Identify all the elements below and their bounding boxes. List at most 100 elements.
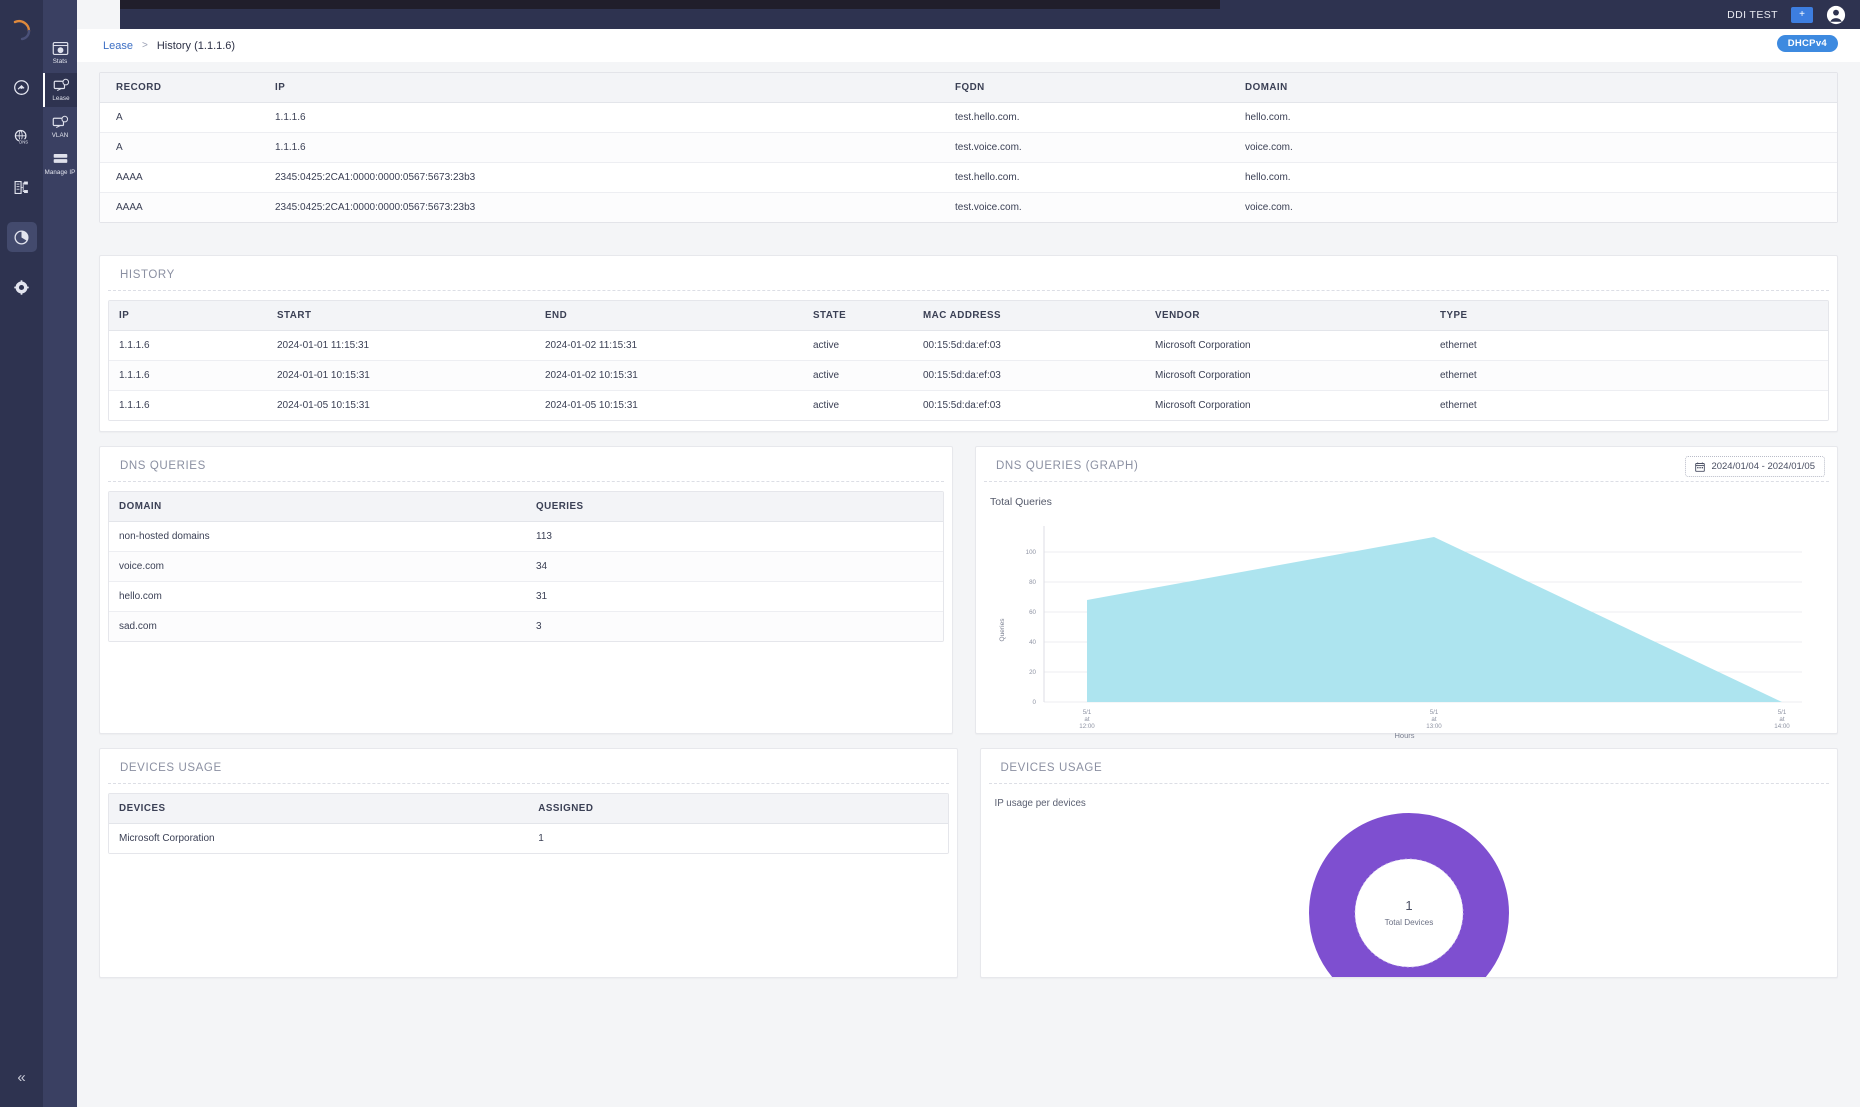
sidebar-item-manage-ip[interactable]: Manage IP — [43, 147, 77, 181]
page-title: History (1.1.1.6) — [157, 40, 235, 52]
column-header-assigned[interactable]: ASSIGNED — [528, 794, 947, 824]
cell-record: A — [100, 103, 265, 133]
column-header-record[interactable]: RECORD — [100, 73, 265, 103]
column-header-state[interactable]: STATE — [803, 301, 913, 331]
table-row[interactable]: sad.com 3 — [109, 612, 943, 642]
cell-domain: voice.com. — [1235, 193, 1837, 223]
column-header-vendor[interactable]: VENDOR — [1145, 301, 1430, 331]
breadcrumb-separator: > — [142, 40, 148, 51]
column-header-domain[interactable]: DOMAIN — [1235, 73, 1837, 103]
cell-record: A — [100, 133, 265, 163]
cell-domain: non-hosted domains — [109, 522, 526, 552]
history-title: HISTORY — [108, 256, 1829, 291]
collapse-sidebar-button[interactable]: « — [0, 1070, 43, 1085]
topbar-dark-strip — [120, 0, 1220, 9]
sidebar-item-vlan[interactable]: VLAN — [43, 110, 77, 144]
table-header-row: IP START END STATE MAC ADDRESS VENDOR TY… — [109, 301, 1828, 331]
content-area: RECORD IP FQDN DOMAIN A 1.1.1.6 test.hel… — [77, 62, 1860, 978]
svg-text:at: at — [1084, 716, 1089, 723]
donut-chart: 1 Total Devices — [981, 813, 1838, 978]
cell-queries: 3 — [526, 612, 943, 642]
table-header-row: RECORD IP FQDN DOMAIN — [100, 73, 1837, 103]
svg-text:5/1: 5/1 — [1430, 709, 1439, 716]
cell-end: 2024-01-02 10:15:31 — [535, 361, 803, 391]
dns-queries-card: DNS QUERIES DOMAIN QUERIES — [99, 446, 953, 734]
devices-usage-chart-title: DEVICES USAGE — [989, 749, 1830, 784]
cell-state: active — [803, 391, 913, 421]
cell-domain: sad.com — [109, 612, 526, 642]
donut-inner-guide — [1355, 859, 1463, 967]
cell-fqdn: test.hello.com. — [945, 103, 1235, 133]
breadcrumb-parent-link[interactable]: Lease — [103, 40, 133, 52]
primary-nav-rail: DNS — [0, 0, 43, 1107]
column-header-mac[interactable]: MAC ADDRESS — [913, 301, 1145, 331]
chart-y-axis-label: Queries — [999, 618, 1006, 642]
table-row[interactable]: Microsoft Corporation 1 — [109, 824, 948, 854]
avatar[interactable] — [1826, 5, 1846, 25]
svg-text:5/1: 5/1 — [1778, 709, 1787, 716]
table-row[interactable]: AAAA 2345:0425:2CA1:0000:0000:0567:5673:… — [100, 193, 1837, 223]
column-header-ip[interactable]: IP — [109, 301, 267, 331]
history-table: IP START END STATE MAC ADDRESS VENDOR TY… — [109, 301, 1828, 420]
cell-ip: 1.1.1.6 — [109, 391, 267, 421]
dns-queries-table: DOMAIN QUERIES non-hosted domains 113 — [109, 492, 943, 641]
sidebar-item-dashboard[interactable] — [7, 72, 37, 102]
cell-domain: voice.com — [109, 552, 526, 582]
status-badge[interactable]: DHCPv4 — [1777, 35, 1838, 52]
column-header-domain[interactable]: DOMAIN — [109, 492, 526, 522]
cell-domain: hello.com. — [1235, 103, 1837, 133]
table-row[interactable]: voice.com 34 — [109, 552, 943, 582]
table-row[interactable]: A 1.1.1.6 test.hello.com. hello.com. — [100, 103, 1837, 133]
devices-usage-table-body: Microsoft Corporation 1 — [109, 824, 948, 854]
svg-text:5/1: 5/1 — [1083, 709, 1092, 716]
table-row[interactable]: non-hosted domains 113 — [109, 522, 943, 552]
devices-usage-table-title: DEVICES USAGE — [108, 749, 949, 784]
cell-ip: 1.1.1.6 — [109, 331, 267, 361]
cell-mac: 00:15:5d:da:ef:03 — [913, 331, 1145, 361]
cell-domain: voice.com. — [1235, 133, 1837, 163]
cell-end: 2024-01-02 11:15:31 — [535, 331, 803, 361]
cell-type: ethernet — [1430, 361, 1828, 391]
sidebar-item-stats[interactable]: Stats — [43, 36, 77, 70]
vlan-icon — [52, 115, 69, 130]
dns-queries-table-wrap: DOMAIN QUERIES non-hosted domains 113 — [108, 491, 944, 642]
app-logo-icon — [9, 18, 35, 44]
add-button[interactable]: + — [1791, 7, 1813, 23]
column-header-ip[interactable]: IP — [265, 73, 945, 103]
column-header-end[interactable]: END — [535, 301, 803, 331]
column-header-type[interactable]: TYPE — [1430, 301, 1828, 331]
chart-title: Total Queries — [976, 482, 1837, 508]
sidebar-item-dns[interactable]: DNS — [7, 122, 37, 152]
sidebar-item-ipam[interactable] — [7, 172, 37, 202]
dns-row: DNS QUERIES DOMAIN QUERIES — [99, 446, 1838, 734]
donut-chart-svg: 1 Total Devices — [1309, 813, 1509, 978]
date-range-picker[interactable]: 2024/01/04 - 2024/01/05 — [1685, 456, 1825, 477]
column-header-devices[interactable]: DEVICES — [109, 794, 528, 824]
sidebar-item-analytics[interactable] — [7, 222, 37, 252]
table-row[interactable]: 1.1.1.6 2024-01-05 10:15:31 2024-01-05 1… — [109, 391, 1828, 421]
table-row[interactable]: A 1.1.1.6 test.voice.com. voice.com. — [100, 133, 1837, 163]
top-bar: DDI TEST + — [120, 0, 1860, 29]
donut-center-label: Total Devices — [1384, 918, 1433, 927]
cell-queries: 113 — [526, 522, 943, 552]
table-row[interactable]: 1.1.1.6 2024-01-01 11:15:31 2024-01-02 1… — [109, 331, 1828, 361]
cell-queries: 31 — [526, 582, 943, 612]
cell-record: AAAA — [100, 163, 265, 193]
svg-text:40: 40 — [1029, 639, 1036, 646]
table-row[interactable]: AAAA 2345:0425:2CA1:0000:0000:0567:5673:… — [100, 163, 1837, 193]
column-header-start[interactable]: START — [267, 301, 535, 331]
history-table-body: 1.1.1.6 2024-01-01 11:15:31 2024-01-02 1… — [109, 331, 1828, 421]
svg-text:14:00: 14:00 — [1774, 723, 1790, 730]
sidebar-item-lease[interactable]: Lease — [43, 73, 77, 107]
table-row[interactable]: hello.com 31 — [109, 582, 943, 612]
cell-mac: 00:15:5d:da:ef:03 — [913, 391, 1145, 421]
area-chart: 0 20 40 60 80 100 Queries — [976, 508, 1837, 740]
table-header-row: DEVICES ASSIGNED — [109, 794, 948, 824]
table-row[interactable]: 1.1.1.6 2024-01-01 10:15:31 2024-01-02 1… — [109, 361, 1828, 391]
cell-type: ethernet — [1430, 331, 1828, 361]
column-header-fqdn[interactable]: FQDN — [945, 73, 1235, 103]
column-header-queries[interactable]: QUERIES — [526, 492, 943, 522]
cell-ip: 1.1.1.6 — [265, 103, 945, 133]
cell-fqdn: test.voice.com. — [945, 133, 1235, 163]
sidebar-item-settings[interactable] — [7, 272, 37, 302]
